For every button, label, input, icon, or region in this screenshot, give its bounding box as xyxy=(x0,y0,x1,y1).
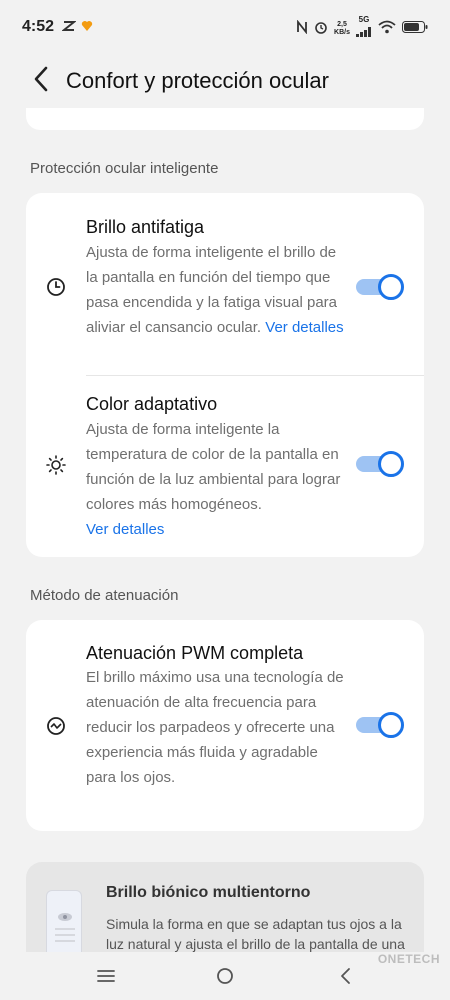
list-item-atenuacion-pwm[interactable]: Atenuación PWM completa El brillo máximo… xyxy=(26,620,424,831)
wifi-icon xyxy=(378,20,396,39)
bionic-description: Simula la forma en que se adaptan tus oj… xyxy=(106,916,405,952)
toggle-switch-atenuacion-pwm[interactable] xyxy=(356,712,404,738)
toggle-switch-brillo-antifatiga[interactable] xyxy=(356,274,404,300)
status-bar: 4:52 2,5 KB/s 5G xyxy=(0,0,450,56)
notification-icon xyxy=(61,19,77,38)
bionic-brightness-card[interactable]: Brillo biónico multientorno Simula la fo… xyxy=(26,862,424,952)
back-button[interactable] xyxy=(28,66,54,96)
item-title: Atenuación PWM completa xyxy=(86,643,304,663)
status-time: 4:52 xyxy=(22,18,55,35)
item-title: Brillo antifatiga xyxy=(86,217,205,237)
menu-button[interactable] xyxy=(94,966,118,990)
alarm-icon xyxy=(314,20,328,39)
pulse-icon xyxy=(44,714,68,738)
clock-icon xyxy=(44,275,68,299)
menu-icon xyxy=(97,969,115,988)
section-label-smart-protection: Protección ocular inteligente xyxy=(30,160,219,177)
smart-protection-card: Brillo antifatiga Ajusta de forma inteli… xyxy=(26,193,424,557)
item-description: El brillo máximo usa una tecnología de a… xyxy=(86,669,344,786)
status-left-icons xyxy=(61,19,94,38)
net-speed: 2,5 KB/s xyxy=(334,21,350,36)
list-item-brillo-antifatiga[interactable]: Brillo antifatiga Ajusta de forma inteli… xyxy=(26,193,424,375)
dimming-card: Atenuación PWM completa El brillo máximo… xyxy=(26,620,424,831)
details-link[interactable]: Ver detalles xyxy=(265,319,343,336)
back-arrow-icon xyxy=(33,66,49,97)
home-button[interactable] xyxy=(213,966,237,990)
back-icon xyxy=(339,967,351,990)
signal-icon xyxy=(356,24,372,42)
bionic-title: Brillo biónico multientorno xyxy=(106,884,311,901)
sun-icon xyxy=(44,453,68,477)
network-type: 5G xyxy=(358,15,370,24)
section-label-dimming: Método de atenuación xyxy=(30,587,179,604)
page-title: Confort y protección ocular xyxy=(66,68,329,93)
watermark: ONETECH xyxy=(377,952,440,966)
toggle-switch-color-adaptativo[interactable] xyxy=(356,451,404,477)
nfc-icon xyxy=(296,18,308,39)
heart-app-icon xyxy=(80,19,94,38)
item-description: Ajusta de forma inteligente la temperatu… xyxy=(86,421,341,538)
header: Confort y protección ocular xyxy=(0,56,450,106)
previous-card-remnant xyxy=(26,108,424,130)
back-nav-button[interactable] xyxy=(333,966,357,990)
home-icon xyxy=(216,967,234,990)
signal-indicator: 5G xyxy=(356,16,372,42)
status-right-icons: 2,5 KB/s 5G xyxy=(296,16,428,42)
item-description: Ajusta de forma inteligente el brillo de… xyxy=(86,244,344,336)
phone-illustration xyxy=(46,890,82,952)
list-item-color-adaptativo[interactable]: Color adaptativo Ajusta de forma intelig… xyxy=(26,376,424,557)
battery-icon xyxy=(402,20,428,39)
details-link[interactable]: Ver detalles xyxy=(86,521,164,538)
item-title: Color adaptativo xyxy=(86,394,218,414)
